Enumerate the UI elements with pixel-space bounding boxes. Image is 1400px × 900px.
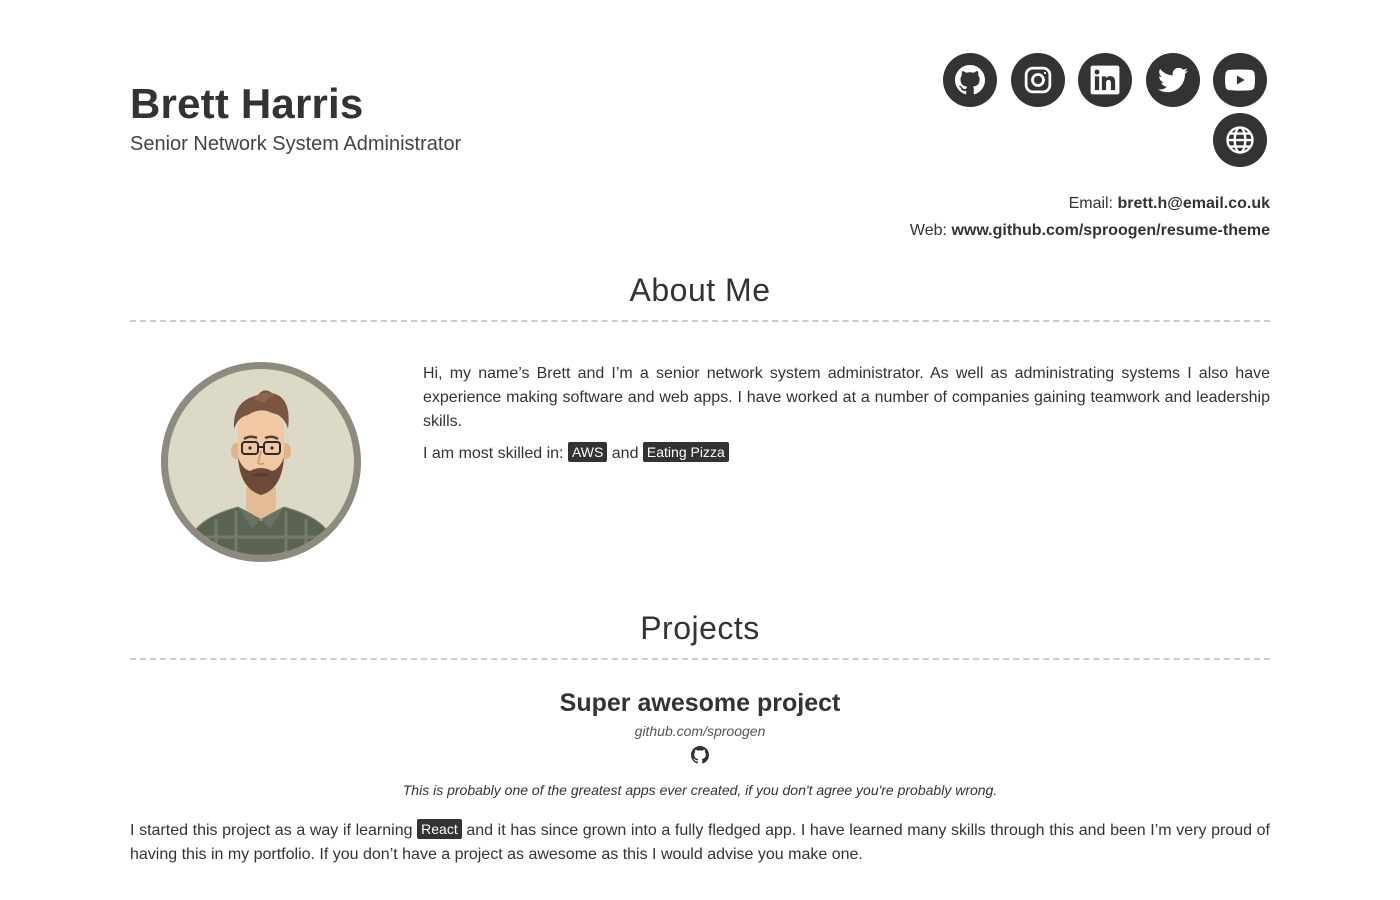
twitter-icon xyxy=(1157,67,1188,93)
instagram-link[interactable] xyxy=(1010,53,1065,107)
github-link[interactable] xyxy=(943,53,997,107)
web-label: Web: xyxy=(909,222,947,239)
project-tech-tag: React xyxy=(417,819,462,839)
contact-info: Email: brett.h@email.co.uk Web: www.gith… xyxy=(910,190,1270,244)
projects-heading: Projects xyxy=(640,610,760,646)
avatar xyxy=(161,362,361,562)
project-title: Super awesome project xyxy=(559,689,841,717)
twitter-link[interactable] xyxy=(1145,53,1200,107)
skills-line: I am most skilled in: AWS and Eating Piz… xyxy=(423,442,1270,466)
email-label: Email: xyxy=(1068,195,1114,212)
project-desc-before: I started this project as a way if learn… xyxy=(130,822,413,839)
project-github-link[interactable] xyxy=(691,746,709,764)
about-heading: About Me xyxy=(629,272,771,308)
avatar-illustration xyxy=(168,369,354,555)
globe-icon xyxy=(1226,126,1254,154)
project-link[interactable]: github.com/sproogen xyxy=(130,723,1270,739)
profile-job-title: Senior Network System Administrator xyxy=(130,133,462,155)
skills-joiner: and xyxy=(611,445,639,462)
instagram-icon xyxy=(1024,66,1051,94)
profile-name: Brett Harris xyxy=(130,80,364,127)
github-icon xyxy=(691,746,709,764)
project-tagline: This is probably one of the greatest app… xyxy=(402,782,998,798)
youtube-link[interactable] xyxy=(1213,53,1267,107)
about-divider xyxy=(130,320,1270,322)
web-row: Web: www.github.com/sproogen/resume-them… xyxy=(910,217,1270,244)
linkedin-icon xyxy=(1090,65,1120,95)
social-links xyxy=(937,53,1267,167)
linkedin-link[interactable] xyxy=(1078,53,1132,107)
youtube-icon xyxy=(1225,69,1255,91)
github-icon xyxy=(955,65,985,95)
about-text: Hi, my name’s Brett and I’m a senior net… xyxy=(423,362,1270,474)
about-bio: Hi, my name’s Brett and I’m a senior net… xyxy=(423,365,1270,430)
email-link[interactable]: brett.h@email.co.uk xyxy=(1117,195,1270,212)
web-link[interactable]: www.github.com/sproogen/resume-theme xyxy=(951,222,1270,239)
website-link[interactable] xyxy=(1213,113,1267,167)
projects-divider xyxy=(130,658,1270,660)
project-description: I started this project as a way if learn… xyxy=(130,819,1270,867)
skills-intro: I am most skilled in: xyxy=(423,445,564,462)
skill-tag: Eating Pizza xyxy=(642,442,729,462)
skill-tag: AWS xyxy=(567,442,608,462)
email-row: Email: brett.h@email.co.uk xyxy=(910,190,1270,217)
header: Brett Harris Senior Network System Admin… xyxy=(130,80,461,156)
